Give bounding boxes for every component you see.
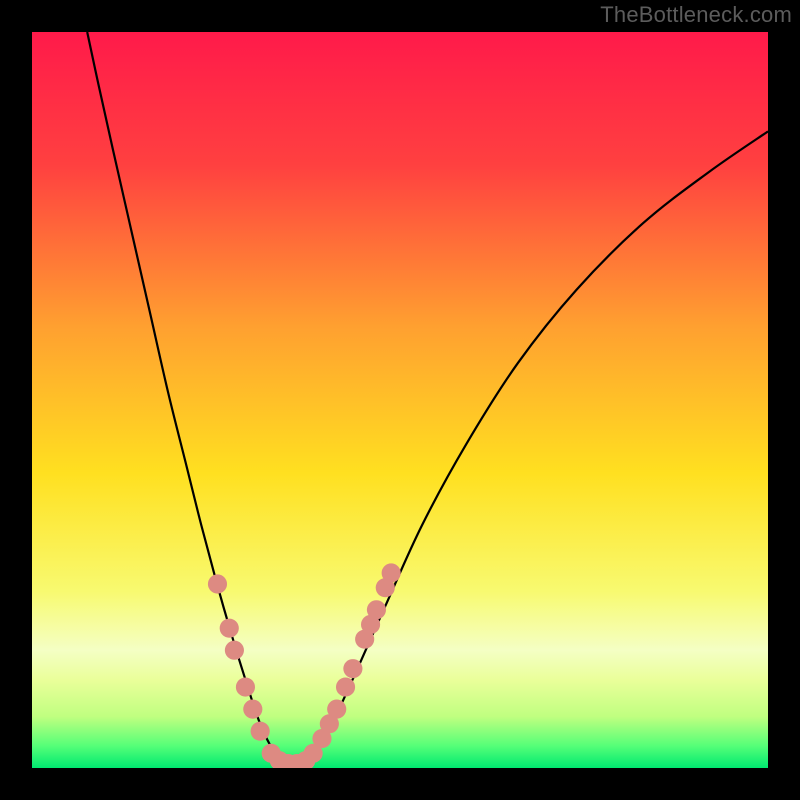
highlight-dot: [367, 600, 386, 619]
highlight-dot: [251, 722, 270, 741]
watermark-text: TheBottleneck.com: [600, 2, 792, 28]
highlight-dot: [225, 641, 244, 660]
highlight-dot: [236, 677, 255, 696]
bottleneck-chart: [32, 32, 768, 768]
highlight-dot: [243, 700, 262, 719]
highlight-dot: [382, 563, 401, 582]
highlight-dot: [343, 659, 362, 678]
highlight-dot: [220, 619, 239, 638]
highlight-dot: [336, 677, 355, 696]
highlight-dot: [327, 700, 346, 719]
chart-frame: TheBottleneck.com: [0, 0, 800, 800]
highlight-dot: [208, 574, 227, 593]
plot-area: [32, 32, 768, 768]
gradient-bg: [32, 32, 768, 768]
